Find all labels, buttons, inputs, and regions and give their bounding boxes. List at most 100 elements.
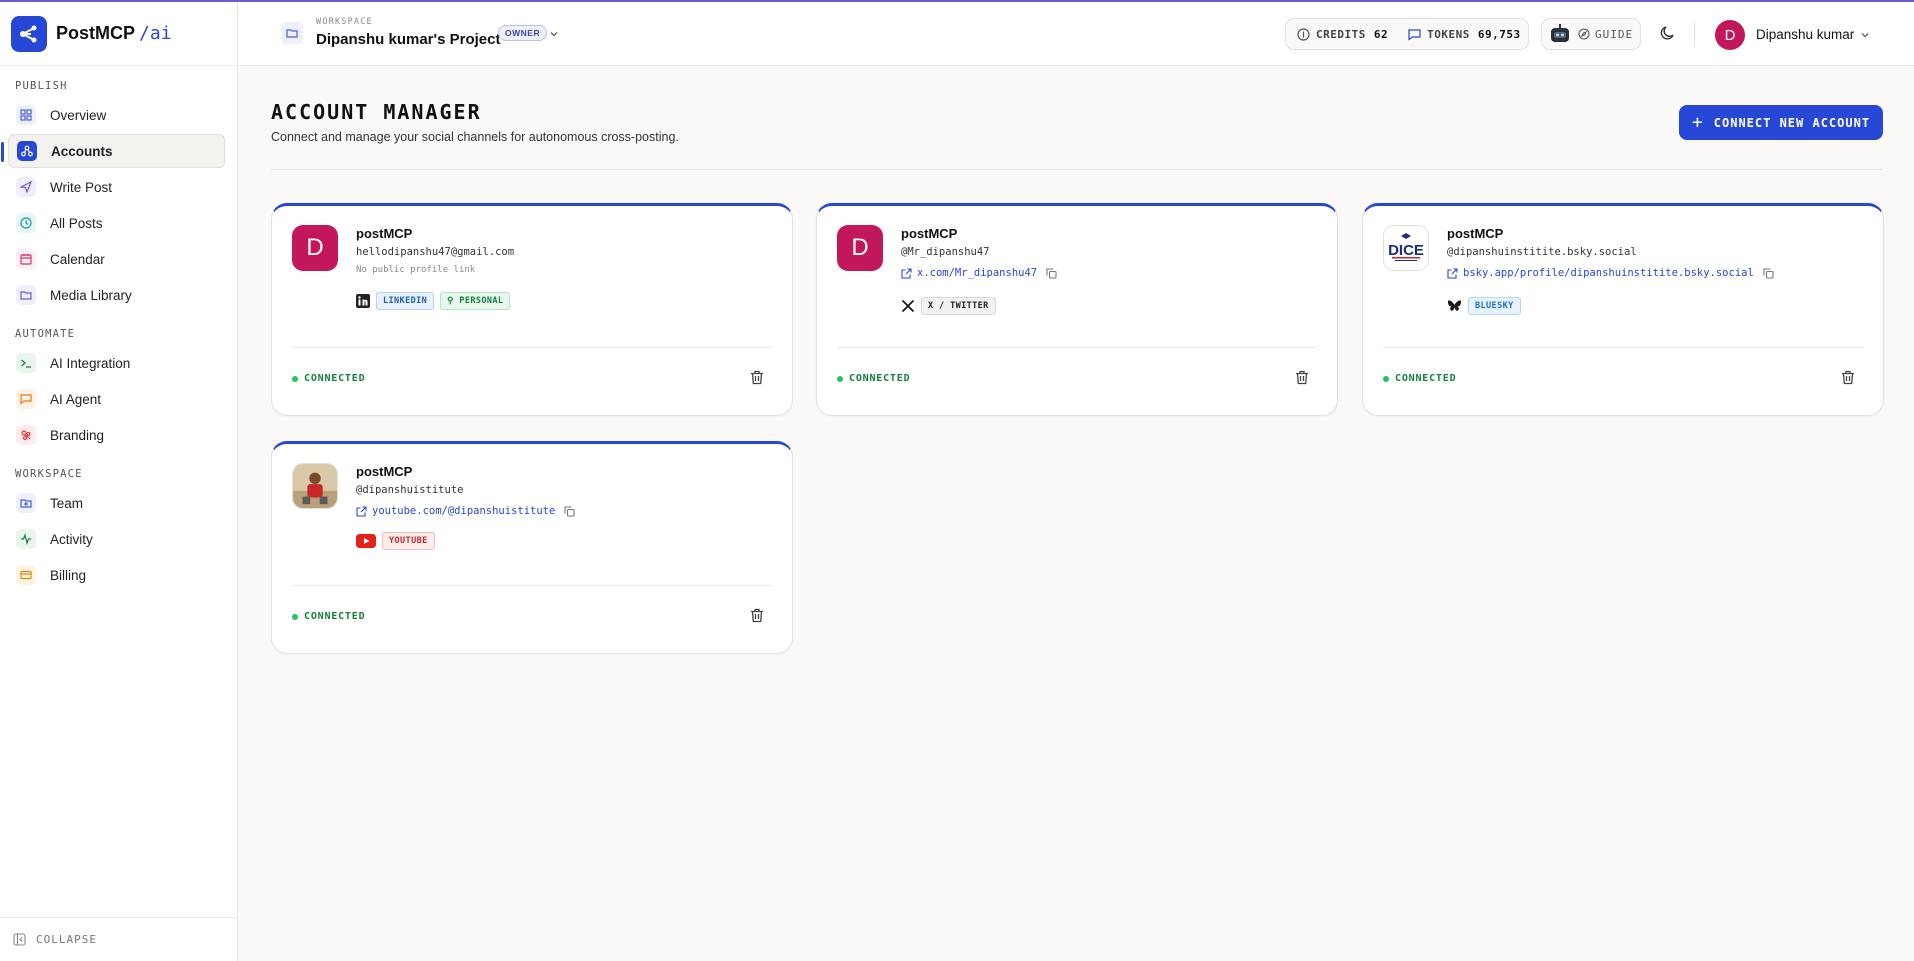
- palette-icon: [16, 425, 36, 445]
- tokens-value: 69,753: [1477, 27, 1521, 41]
- linkedin-icon: [356, 294, 370, 308]
- compass-icon: [1578, 28, 1590, 40]
- sidebar-item-calendar[interactable]: Calendar: [8, 242, 225, 276]
- sidebar-item-accounts[interactable]: Accounts: [1, 134, 225, 168]
- workspace-label: WORKSPACE: [316, 17, 373, 27]
- sidebar-item-billing[interactable]: Billing: [8, 558, 225, 592]
- profile-link-text: x.com/Mr_dipanshu47: [917, 267, 1038, 279]
- copy-icon[interactable]: [564, 505, 575, 517]
- account-avatar: D: [837, 225, 883, 271]
- account-tags: X / TWITTER: [901, 297, 996, 315]
- sidebar-item-branding[interactable]: Branding: [8, 418, 225, 452]
- guide-label: GUIDE: [1595, 27, 1634, 41]
- status-label: CONNECTED: [304, 373, 366, 384]
- tokens-group: TOKENS 69,753: [1408, 28, 1521, 41]
- chevron-down-icon[interactable]: [548, 28, 560, 40]
- status-dot: [1383, 375, 1389, 382]
- status-badge: CONNECTED: [292, 373, 365, 384]
- sidebar-item-ai-agent[interactable]: AI Agent: [8, 382, 225, 416]
- external-link-icon: [356, 505, 367, 517]
- external-link-icon: [1447, 267, 1458, 279]
- copy-icon[interactable]: [1763, 267, 1774, 279]
- user-name[interactable]: Dipanshu kumar: [1756, 27, 1854, 42]
- folder-open-icon: [16, 285, 36, 305]
- collapse-label: COLLAPSE: [36, 933, 97, 946]
- bluesky-butterfly-icon: [1447, 300, 1462, 311]
- connect-new-account-button[interactable]: + CONNECT NEW ACCOUNT: [1679, 105, 1883, 140]
- moon-icon[interactable]: [1659, 24, 1677, 42]
- profile-link[interactable]: x.com/Mr_dipanshu47: [901, 267, 1057, 279]
- collapse-button[interactable]: COLLAPSE: [0, 917, 238, 961]
- sidebar-item-write-post[interactable]: Write Post: [8, 170, 225, 204]
- collapse-icon: [13, 933, 26, 946]
- clock-icon: [16, 213, 36, 233]
- usage-pill[interactable]: CREDITS 62 TOKENS 69,753: [1285, 18, 1529, 50]
- account-card-youtube: postMCP @dipanshuistitute youtube.com/@d…: [271, 441, 793, 654]
- tag-youtube: YOUTUBE: [382, 532, 435, 550]
- trash-icon[interactable]: [750, 370, 764, 385]
- sidebar-item-activity[interactable]: Activity: [8, 522, 225, 556]
- credits-group: CREDITS 62: [1297, 28, 1388, 41]
- brand-suffix: /ai: [139, 23, 172, 44]
- trash-icon[interactable]: [750, 608, 764, 623]
- chevron-down-icon[interactable]: [1859, 29, 1871, 41]
- card-divider: [292, 347, 772, 348]
- account-card-linkedin: D postMCP hellodipanshu47@gmail.com No p…: [271, 203, 793, 416]
- profile-link-text: youtube.com/@dipanshuistitute: [372, 505, 556, 517]
- account-avatar: DICE: [1383, 225, 1429, 271]
- sidebar-item-label: AI Agent: [50, 391, 102, 407]
- status-label: CONNECTED: [304, 611, 366, 622]
- status-dot: [292, 375, 298, 382]
- sidebar-item-overview[interactable]: Overview: [8, 98, 225, 132]
- tag-x-twitter: X / TWITTER: [921, 297, 996, 315]
- external-link-icon: [901, 267, 912, 279]
- top-header: WORKSPACE Dipanshu kumar's Project OWNER…: [239, 2, 1914, 66]
- grid-icon: [16, 105, 36, 125]
- account-avatar: D: [292, 225, 338, 271]
- account-tags: YOUTUBE: [356, 532, 435, 550]
- team-folder-icon: [16, 493, 36, 513]
- account-name: postMCP: [356, 226, 413, 241]
- card-divider: [837, 347, 1317, 348]
- connect-button-label: CONNECT NEW ACCOUNT: [1713, 115, 1871, 130]
- trash-icon[interactable]: [1841, 370, 1855, 385]
- account-tags: LINKEDIN ⚲ PERSONAL: [356, 292, 511, 310]
- sidebar-item-media-library[interactable]: Media Library: [8, 278, 225, 312]
- credits-label: CREDITS: [1316, 27, 1366, 41]
- profile-link[interactable]: youtube.com/@dipanshuistitute: [356, 505, 575, 517]
- brand-name: PostMCP: [56, 23, 136, 43]
- profile-photo: [293, 464, 337, 508]
- plus-icon: +: [1691, 112, 1704, 133]
- x-twitter-icon: [901, 299, 915, 313]
- calendar-icon: [16, 249, 36, 269]
- person-icon: ⚲: [447, 296, 460, 306]
- sidebar-item-label: Calendar: [50, 251, 105, 267]
- copy-icon[interactable]: [1046, 267, 1057, 279]
- status-dot: [292, 613, 298, 620]
- sidebar-item-all-posts[interactable]: All Posts: [8, 206, 225, 240]
- profile-link[interactable]: bsky.app/profile/dipanshuinstitite.bsky.…: [1447, 267, 1774, 279]
- user-avatar[interactable]: D: [1715, 20, 1745, 50]
- sidebar-item-label: Write Post: [50, 179, 113, 195]
- account-card-twitter: D postMCP @Mr_dipanshu47 x.com/Mr_dipans…: [816, 203, 1338, 416]
- account-name: postMCP: [1447, 226, 1504, 241]
- dice-logo: DICE: [1384, 226, 1428, 270]
- page-subtitle: Connect and manage your social channels …: [271, 130, 679, 144]
- sidebar-item-label: Branding: [50, 427, 105, 443]
- guide-button[interactable]: GUIDE: [1541, 18, 1641, 50]
- section-title-workspace: WORKSPACE: [15, 468, 83, 480]
- share-nodes-icon: [17, 141, 37, 161]
- sidebar-item-label: Billing: [50, 567, 87, 583]
- youtube-icon: [356, 534, 376, 548]
- sidebar: PostMCP /ai PUBLISH Overview Accounts Wr…: [0, 2, 238, 961]
- status-label: CONNECTED: [1395, 373, 1457, 384]
- sidebar-item-ai-integration[interactable]: AI Integration: [8, 346, 225, 380]
- credit-card-icon: [16, 565, 36, 585]
- section-title-publish: PUBLISH: [15, 80, 68, 92]
- credits-icon: [1297, 27, 1310, 41]
- workspace-name[interactable]: Dipanshu kumar's Project: [316, 31, 500, 48]
- brand[interactable]: PostMCP /ai: [0, 2, 237, 66]
- trash-icon[interactable]: [1295, 370, 1309, 385]
- activity-icon: [16, 529, 36, 549]
- sidebar-item-team[interactable]: Team: [8, 486, 225, 520]
